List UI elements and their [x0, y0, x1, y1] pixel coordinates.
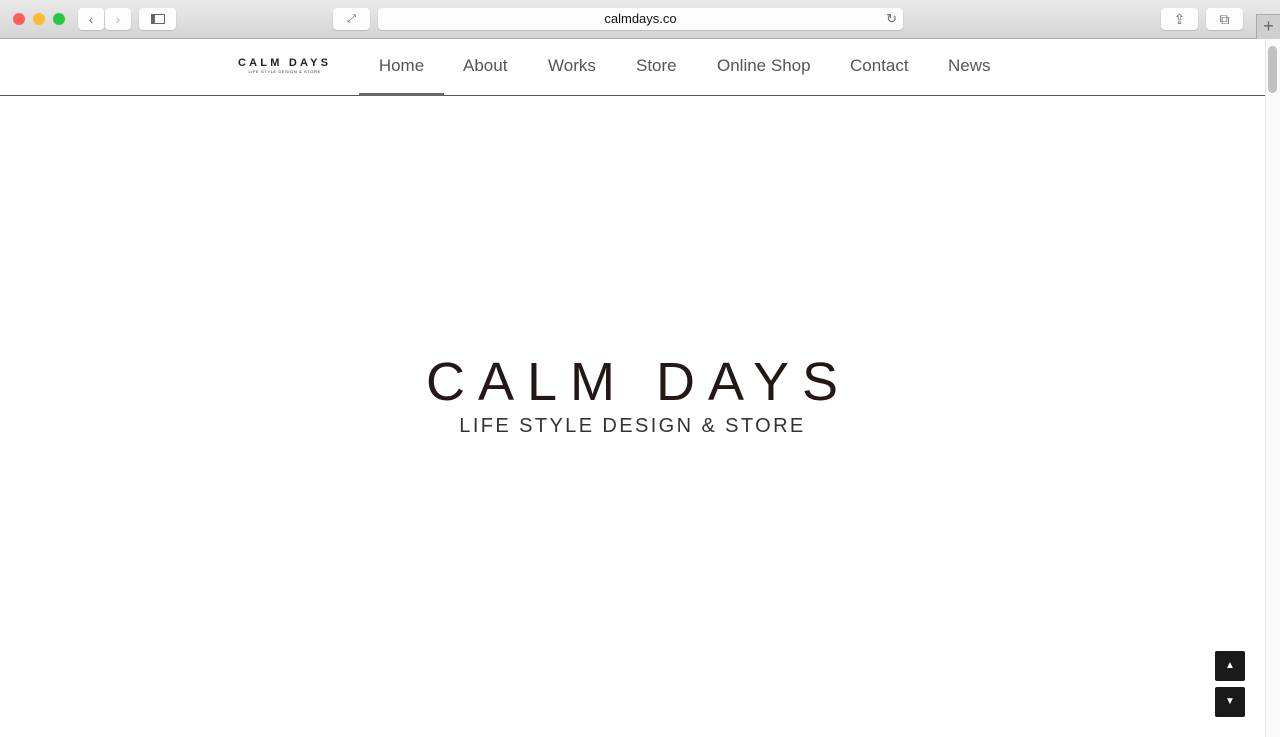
hero-title: CALM DAYS	[425, 352, 852, 412]
hero-subtitle: LIFE STYLE DESIGN & STORE	[459, 415, 806, 437]
scroll-down-button[interactable]: ▼	[1215, 687, 1245, 717]
new-tab-button[interactable]: +	[1256, 14, 1280, 39]
reload-icon[interactable]: ↻	[886, 8, 897, 30]
nav-about[interactable]: About	[463, 39, 507, 96]
chevron-left-icon: ‹	[88, 11, 94, 27]
nav-contact[interactable]: Contact	[850, 39, 909, 96]
nav-news[interactable]: News	[948, 39, 991, 96]
address-bar[interactable]: calmdays.co ↻	[378, 8, 903, 30]
site-header	[0, 39, 1265, 96]
sidebar-button[interactable]	[139, 8, 176, 30]
minimize-window-button[interactable]	[33, 13, 45, 25]
nav-store[interactable]: Store	[636, 39, 677, 96]
sidebar-icon	[150, 14, 165, 24]
fullscreen-button[interactable]: ⤢	[333, 8, 370, 30]
nav-online-shop[interactable]: Online Shop	[717, 39, 811, 96]
zoom-window-button[interactable]	[53, 13, 65, 25]
nav-works[interactable]: Works	[548, 39, 596, 96]
scrollbar-thumb[interactable]	[1268, 46, 1277, 93]
close-window-button[interactable]	[13, 13, 25, 25]
share-button[interactable]: ⇪	[1161, 8, 1198, 30]
logo-subtitle: LIFE STYLE DESIGN & STORE	[248, 69, 321, 74]
plus-icon: +	[1263, 16, 1274, 36]
tabs-button[interactable]: ⧉	[1206, 8, 1243, 30]
arrow-down-icon: ▼	[1225, 696, 1235, 707]
nav-home[interactable]: Home	[359, 39, 444, 96]
share-icon: ⇪	[1173, 10, 1186, 27]
tabs-icon: ⧉	[1219, 10, 1230, 27]
header-logo[interactable]: CALM DAYS LIFE STYLE DESIGN & STORE	[238, 57, 331, 74]
url-text: calmdays.co	[604, 11, 677, 26]
forward-button[interactable]: ›	[105, 8, 131, 30]
scrollbar[interactable]	[1265, 39, 1280, 737]
back-button[interactable]: ‹	[78, 8, 104, 30]
expand-icon: ⤢	[347, 12, 356, 25]
chevron-right-icon: ›	[115, 11, 121, 27]
logo-title: CALM DAYS	[238, 57, 332, 69]
arrow-up-icon: ▲	[1225, 660, 1235, 671]
hero-logo: CALM DAYS LIFE STYLE DESIGN & STORE	[0, 355, 1265, 438]
scroll-up-button[interactable]: ▲	[1215, 651, 1245, 681]
browser-toolbar: ‹ › ⤢ calmdays.co ↻ ⇪ ⧉ +	[0, 0, 1280, 39]
